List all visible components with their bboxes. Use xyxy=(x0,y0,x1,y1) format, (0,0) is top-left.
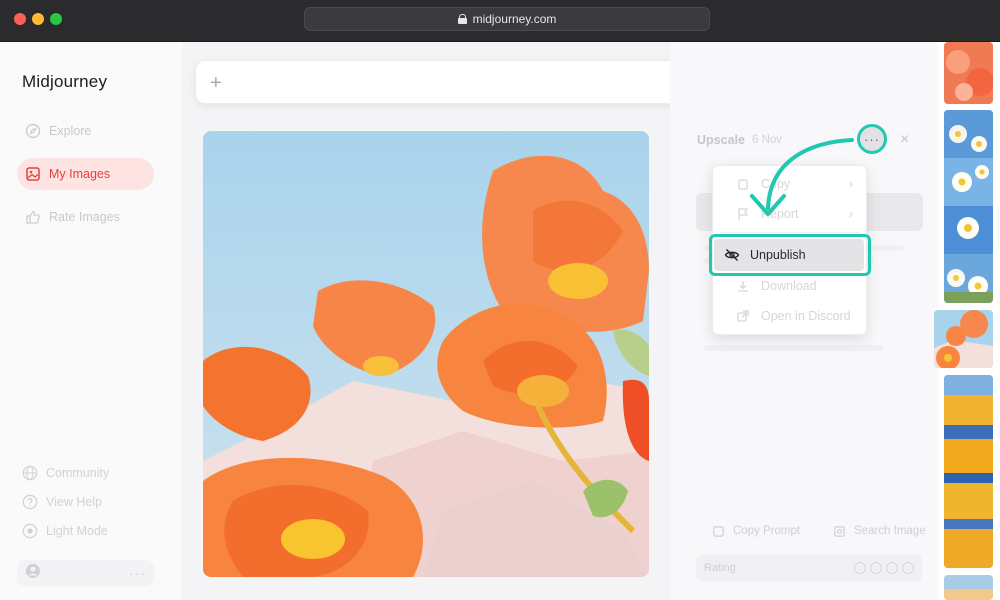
browser-toolbar: midjourney.com xyxy=(0,0,1000,42)
sidebar-item-light-mode[interactable]: Light Mode xyxy=(22,523,108,539)
avatar xyxy=(25,563,41,584)
app-logo[interactable]: Midjourney xyxy=(22,72,107,92)
menu-item-label: Open in Discord xyxy=(761,309,851,323)
sidebar-item-label: Light Mode xyxy=(46,524,108,538)
download-icon xyxy=(735,278,751,294)
sidebar-item-view-help[interactable]: View Help xyxy=(22,494,102,510)
sidebar-item-label: Community xyxy=(46,466,110,480)
rating-neutral-icon[interactable] xyxy=(870,562,882,574)
thumbnail[interactable] xyxy=(944,575,993,600)
compass-icon xyxy=(25,123,41,139)
sidebar-item-label: Explore xyxy=(49,124,92,138)
menu-item-label: Download xyxy=(761,279,817,293)
copy-icon xyxy=(710,523,726,539)
sidebar-item-explore[interactable]: Explore xyxy=(17,115,154,147)
copy-prompt-button[interactable]: Copy Prompt xyxy=(710,517,800,545)
plus-icon[interactable]: + xyxy=(210,73,222,93)
sidebar-item-label: Rate Images xyxy=(49,210,120,224)
generated-image[interactable] xyxy=(203,131,649,577)
lock-icon xyxy=(457,14,467,24)
rating-happy-icon[interactable] xyxy=(886,562,898,574)
eye-off-icon xyxy=(724,247,740,263)
image-type-label: Upscale xyxy=(697,133,745,147)
menu-divider xyxy=(721,232,860,233)
thumbnail-selected[interactable] xyxy=(934,310,993,368)
search-image-label: Search Image xyxy=(854,525,926,537)
rating-love-icon[interactable] xyxy=(902,562,914,574)
address-bar[interactable]: midjourney.com xyxy=(304,7,710,31)
placeholder-line xyxy=(704,345,884,351)
minimize-window-button[interactable] xyxy=(32,13,44,25)
sidebar-item-community[interactable]: Community xyxy=(22,465,109,481)
annotation-arrow-icon xyxy=(750,138,854,216)
user-menu-dots[interactable]: ··· xyxy=(129,565,146,581)
sidebar-item-label: My Images xyxy=(49,167,111,181)
menu-item-label: Unpublish xyxy=(750,248,806,262)
close-icon[interactable]: × xyxy=(900,131,909,149)
rating-row: Rating xyxy=(696,555,922,581)
sidebar-item-my-images[interactable]: My Images xyxy=(17,158,154,190)
rating-sad-icon[interactable] xyxy=(854,562,866,574)
rating-label: Rating xyxy=(704,562,736,574)
sidebar-item-label: View Help xyxy=(46,495,103,509)
thumbnail[interactable] xyxy=(944,375,993,568)
maximize-window-button[interactable] xyxy=(50,13,62,25)
close-window-button[interactable] xyxy=(14,13,26,25)
help-icon xyxy=(22,494,38,510)
thumbnail[interactable] xyxy=(944,110,993,303)
sun-icon xyxy=(22,523,38,539)
menu-item-unpublish[interactable]: Unpublish xyxy=(714,239,864,271)
globe-icon xyxy=(22,465,38,481)
sidebar-item-rate-images[interactable]: Rate Images xyxy=(17,201,154,233)
search-image-icon xyxy=(831,523,847,539)
thumbnail[interactable] xyxy=(944,42,993,104)
copy-prompt-label: Copy Prompt xyxy=(733,525,801,537)
user-profile-row[interactable]: ··· xyxy=(17,560,154,586)
menu-item-open-in-discord[interactable]: Open in Discord xyxy=(723,301,863,331)
search-image-button[interactable]: Search Image xyxy=(831,517,926,545)
thumbs-up-icon xyxy=(25,209,41,225)
external-link-icon xyxy=(735,308,751,324)
url-text: midjourney.com xyxy=(472,12,557,26)
image-icon xyxy=(25,166,41,182)
